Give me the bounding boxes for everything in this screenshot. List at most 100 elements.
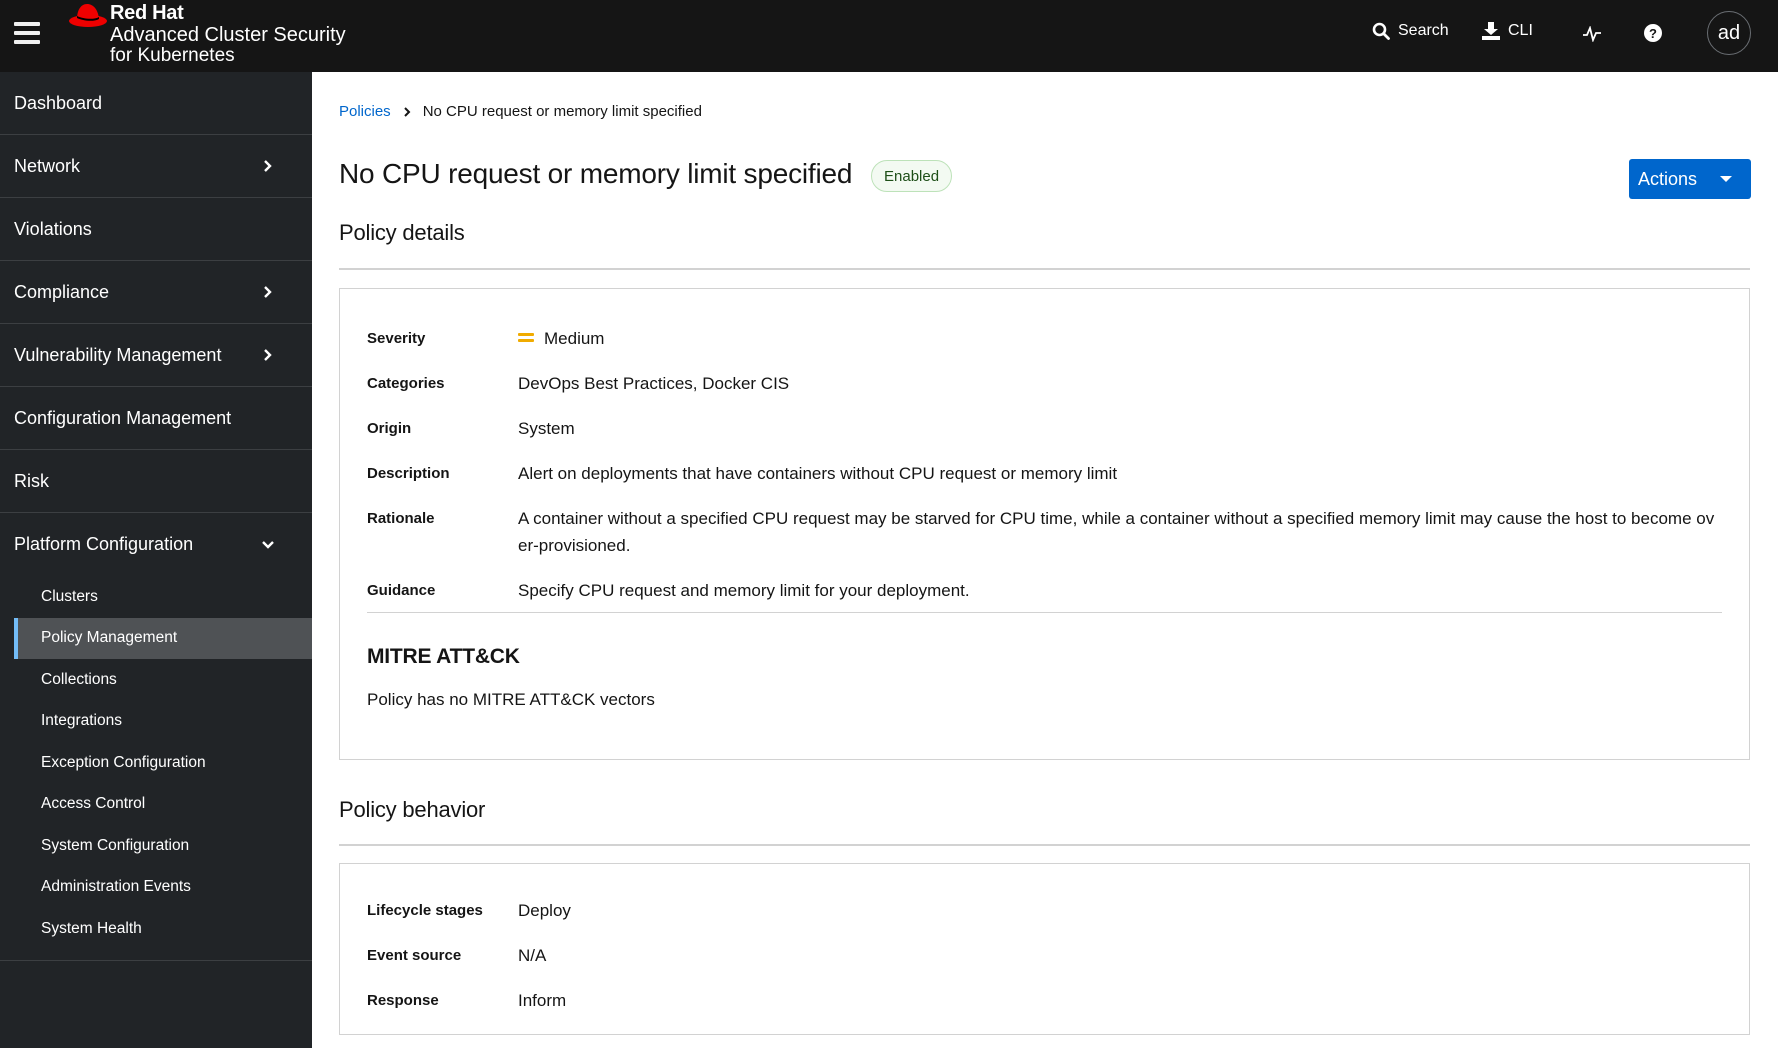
actions-dropdown-button[interactable]: Actions [1629,159,1751,199]
sidebar-item-exception-configuration[interactable]: Exception Configuration [0,742,312,784]
policy-details-card: Severity Medium Categories DevOps Best P… [339,288,1750,760]
policy-behavior-heading: Policy behavior [339,797,486,822]
detail-row-rationale: Rationale A container without a specifie… [367,505,1722,559]
detail-label: Categories [367,375,445,392]
sidebar-item-dashboard[interactable]: Dashboard [0,72,312,135]
detail-label: Response [367,992,439,1009]
sidebar-item-label: Compliance [14,281,110,302]
sidebar-item-administration-events[interactable]: Administration Events [0,867,312,909]
question-circle-icon: ? [1644,24,1662,42]
sidebar-item-collections[interactable]: Collections [0,659,312,701]
sidebar-item-configuration-management[interactable]: Configuration Management [0,387,312,450]
system-health-button[interactable] [1583,26,1601,42]
sidebar-item-violations[interactable]: Violations [0,198,312,261]
breadcrumb-link-policies[interactable]: Policies [339,103,391,120]
hamburger-menu-button[interactable] [14,22,40,44]
sidebar-item-label: Policy Management [41,629,178,647]
detail-label: Rationale [367,510,435,527]
chevron-right-icon [264,160,272,172]
sidebar-item-access-control[interactable]: Access Control [0,784,312,826]
sidebar-group-toggle[interactable]: Platform Configuration [0,513,312,576]
hamburger-icon-bar [14,31,40,35]
behavior-row-lifecycle: Lifecycle stages Deploy [367,897,1722,924]
sidebar-item-label: Dashboard [14,92,103,113]
download-icon [1482,22,1500,40]
sidebar-item-label: Vulnerability Management [14,344,222,365]
detail-label: Severity [367,330,426,347]
chevron-right-icon [403,106,411,117]
detail-label: Event source [367,947,462,964]
sidebar-item-policy-management[interactable]: Policy Management [14,617,312,659]
red-hat-fedora-icon [69,4,107,27]
sidebar-item-network[interactable]: Network [0,135,312,198]
lifecycle-value: Deploy [518,901,571,920]
behavior-row-response: Response Inform [367,987,1722,1014]
sidebar-item-clusters[interactable]: Clusters [0,576,312,618]
product-name: Advanced Cluster Security [110,24,346,46]
sidebar-item-integrations[interactable]: Integrations [0,701,312,743]
event-source-value: N/A [518,946,547,965]
sidebar-item-label: Network [14,155,81,176]
sidebar-item-label: Collections [41,670,117,688]
mitre-divider [367,612,1722,613]
cli-label: CLI [1508,22,1533,39]
page-title: No CPU request or memory limit specified [339,158,853,189]
product-subname: for Kubernetes [110,45,235,66]
search-label: Search [1398,22,1449,39]
sidebar-item-label: System Health [41,919,142,937]
actions-label: Actions [1638,168,1698,189]
severity-value: Medium [544,329,605,348]
sidebar-group-label: Platform Configuration [14,534,194,554]
rationale-value: A container without a specified CPU requ… [518,509,1715,555]
severity-medium-icon [518,332,534,343]
detail-row-guidance: Guidance Specify CPU request and memory … [367,577,1722,604]
sidebar-nav: Dashboard Network Violations Compliance … [0,72,312,1048]
chevron-down-icon [262,540,274,549]
cli-download-button[interactable]: CLI [1482,22,1533,40]
user-avatar-button[interactable]: ad [1707,11,1751,55]
status-badge: Enabled [871,160,953,192]
sidebar-item-label: Clusters [41,587,98,605]
detail-row-categories: Categories DevOps Best Practices, Docker… [367,370,1722,397]
origin-value: System [518,419,575,438]
policy-behavior-card: Lifecycle stages Deploy Event source N/A… [339,863,1750,1035]
pulse-icon [1583,26,1601,42]
search-icon [1372,22,1390,40]
detail-row-severity: Severity Medium [367,325,1722,352]
behavior-row-event-source: Event source N/A [367,942,1722,969]
sidebar-item-label: System Configuration [41,836,190,854]
breadcrumb: Policies No CPU request or memory limit … [339,103,702,120]
sidebar-item-label: Risk [14,470,49,491]
masthead: Red Hat Advanced Cluster Security for Ku… [0,0,1778,72]
detail-label: Origin [367,420,412,437]
detail-row-description: Description Alert on deployments that ha… [367,460,1722,487]
policy-behavior-list: Lifecycle stages Deploy Event source N/A… [367,897,1722,1032]
mitre-empty-text: Policy has no MITRE ATT&CK vectors [367,690,655,709]
sidebar-item-label: Administration Events [41,878,191,896]
sidebar-item-system-configuration[interactable]: System Configuration [0,825,312,867]
hamburger-icon-bar [14,40,40,44]
sidebar-item-label: Integrations [41,712,122,730]
sidebar-item-vulnerability-management[interactable]: Vulnerability Management [0,324,312,387]
detail-label: Lifecycle stages [367,902,483,919]
sidebar-item-label: Configuration Management [14,407,232,428]
sidebar-item-system-health[interactable]: System Health [0,908,312,950]
chevron-right-icon [264,286,272,298]
mitre-heading: MITRE ATT&CK [367,645,520,668]
detail-label: Guidance [367,582,436,599]
section-divider [339,268,1750,270]
policy-details-list: Severity Medium Categories DevOps Best P… [367,325,1722,622]
detail-label: Description [367,465,450,482]
hamburger-icon-bar [14,22,40,26]
brand-name: Red Hat [110,2,184,24]
sidebar-item-risk[interactable]: Risk [0,450,312,513]
sidebar-group-platform-configuration: Platform Configuration Clusters Policy M… [0,513,312,961]
svg-text:?: ? [1649,26,1657,41]
help-button[interactable]: ? [1644,24,1662,42]
search-button[interactable]: Search [1372,22,1449,40]
sidebar-item-label: Exception Configuration [41,753,206,771]
main-content: Policies No CPU request or memory limit … [312,72,1778,1048]
guidance-value: Specify CPU request and memory limit for… [518,581,970,600]
response-value: Inform [518,991,567,1010]
sidebar-item-compliance[interactable]: Compliance [0,261,312,324]
